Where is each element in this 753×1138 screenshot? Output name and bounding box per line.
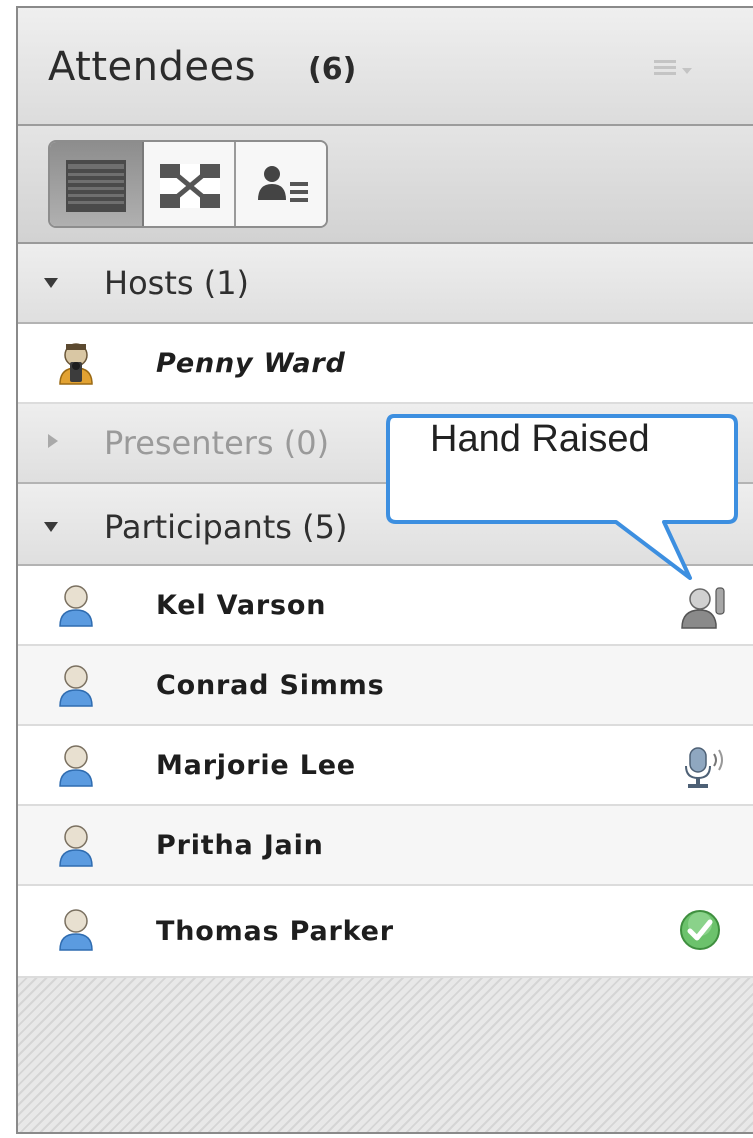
empty-list-area	[18, 978, 753, 1132]
attendee-count: (6)	[308, 52, 357, 87]
participants-section-label: Participants (5)	[104, 508, 348, 546]
participant-name: Kel Varson	[156, 590, 327, 621]
pod-options-menu-icon[interactable]	[654, 60, 694, 82]
presenters-section-label: Presenters (0)	[104, 424, 330, 462]
participant-icon	[59, 825, 93, 867]
panel-titlebar: Attendees (6)	[18, 8, 753, 126]
expand-view-icon	[160, 164, 220, 208]
person-list-icon	[258, 166, 308, 202]
list-view-button[interactable]	[50, 142, 144, 226]
hosts-section-header[interactable]: Hosts (1)	[18, 244, 753, 324]
microphone-icon	[685, 747, 723, 788]
collapse-arrow-icon	[44, 278, 58, 288]
collapse-arrow-icon	[44, 522, 58, 532]
participant-name: Thomas Parker	[156, 916, 394, 947]
participant-name: Marjorie Lee	[156, 750, 356, 781]
panel-title: Attendees	[48, 44, 256, 90]
participant-name: Conrad Simms	[156, 670, 385, 701]
view-switcher	[48, 140, 328, 228]
fullscreen-view-button[interactable]	[144, 142, 236, 226]
view-toolbar	[18, 126, 753, 244]
host-row[interactable]: Penny Ward	[18, 324, 753, 404]
participant-row[interactable]: Conrad Simms	[18, 646, 753, 726]
participant-icon	[59, 909, 93, 951]
host-icon	[59, 343, 93, 385]
participant-icon	[59, 665, 93, 707]
participant-row[interactable]: Pritha Jain	[18, 806, 753, 886]
participant-icon	[59, 585, 93, 627]
agree-check-icon	[680, 910, 720, 950]
list-view-icon	[66, 160, 126, 212]
participant-row[interactable]: Thomas Parker	[18, 886, 753, 978]
hand-raised-icon	[681, 587, 725, 629]
host-name: Penny Ward	[156, 348, 346, 379]
hosts-section-label: Hosts (1)	[104, 264, 250, 302]
tooltip-text: Hand Raised	[430, 418, 650, 460]
participant-row[interactable]: Marjorie Lee	[18, 726, 753, 806]
participant-name: Pritha Jain	[156, 830, 324, 861]
attendee-detail-view-button[interactable]	[236, 142, 326, 226]
expand-arrow-icon	[48, 434, 58, 448]
participant-icon	[59, 745, 93, 787]
